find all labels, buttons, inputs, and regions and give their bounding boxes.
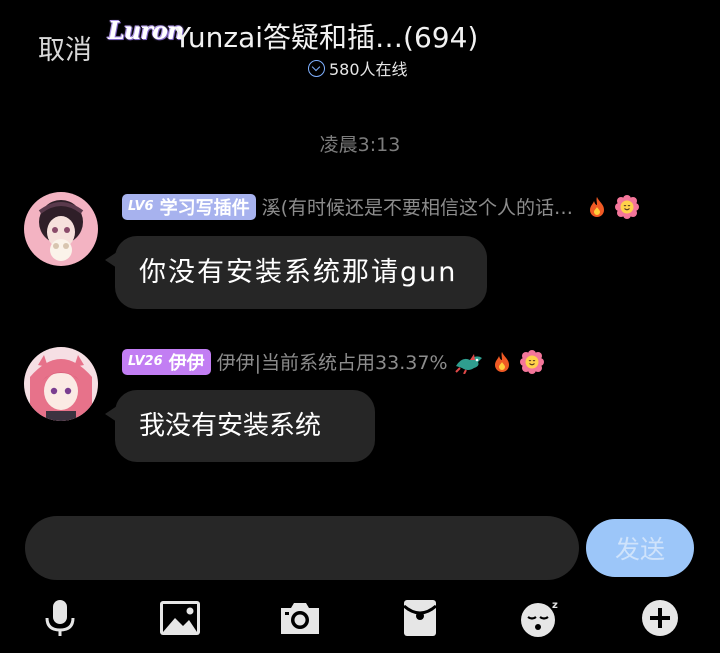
title-badge: 伊伊 <box>168 352 205 374</box>
cancel-button[interactable]: 取消 <box>38 28 92 67</box>
chat-header: 取消 Luron Yunzai答疑和插…(694) 580人在线 <box>0 0 720 90</box>
sticker-face-icon[interactable]: z <box>518 596 562 640</box>
level-label: LV6 <box>128 199 154 214</box>
message-input[interactable] <box>25 516 579 580</box>
sender-name[interactable]: 溪(有时候还是不要相信这个人的话… <box>262 193 573 220</box>
online-count: 580人在线 <box>329 60 408 79</box>
red-packet-icon[interactable] <box>398 596 442 640</box>
avatar[interactable] <box>24 347 98 421</box>
send-button[interactable]: 发送 <box>586 519 694 577</box>
message-bubble[interactable]: 我没有安装系统 <box>105 390 375 462</box>
group-title[interactable]: Yunzai答疑和插…(694) <box>174 16 478 56</box>
svg-text:z: z <box>552 600 558 611</box>
flower-face-icon <box>519 349 544 374</box>
mic-icon[interactable] <box>38 596 82 640</box>
fire-icon <box>490 350 514 374</box>
message-item: LV26 伊伊 伊伊|当前系统占用33.37% 我没有安装系统 <box>0 345 720 475</box>
flower-face-icon <box>615 194 640 219</box>
fire-icon <box>585 195 609 219</box>
composer: 发送 <box>0 516 720 582</box>
sender-meta: LV6 学习写插件 溪(有时候还是不要相信这个人的话… <box>122 193 640 220</box>
camera-icon[interactable] <box>278 596 322 640</box>
dragon-icon <box>454 350 484 374</box>
sender-name[interactable]: 伊伊|当前系统占用33.37% <box>217 348 448 375</box>
message-bubble[interactable]: 你没有安装系统那请gun <box>105 236 487 309</box>
level-label: LV26 <box>128 354 163 369</box>
sender-meta: LV26 伊伊 伊伊|当前系统占用33.37% <box>122 348 544 375</box>
message-item: LV6 学习写插件 溪(有时候还是不要相信这个人的话… 你没有安装系统那请gun <box>0 190 720 320</box>
level-badge: LV6 学习写插件 <box>122 193 256 220</box>
avatar[interactable] <box>24 192 98 266</box>
message-timestamp: 凌晨3:13 <box>319 134 401 156</box>
online-status[interactable]: 580人在线 <box>308 56 408 80</box>
title-badge: 学习写插件 <box>159 197 250 219</box>
level-badge: LV26 伊伊 <box>122 348 211 375</box>
chevron-down-icon <box>308 59 325 77</box>
plus-icon[interactable] <box>638 596 682 640</box>
image-icon[interactable] <box>158 596 202 640</box>
group-logo: Luron <box>108 16 184 45</box>
bottom-toolbar: z <box>0 592 720 644</box>
